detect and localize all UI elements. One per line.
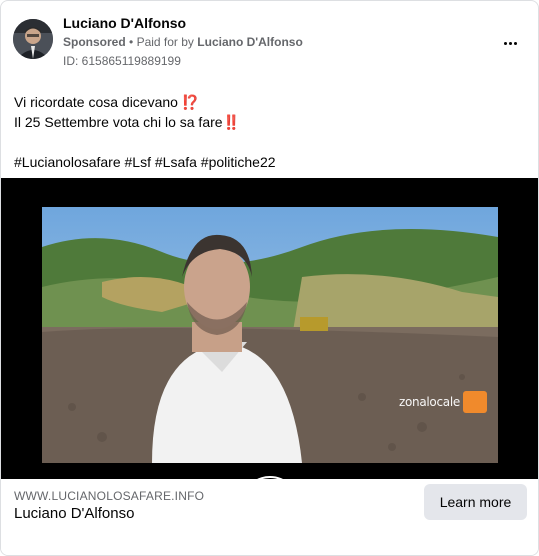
more-horizontal-icon xyxy=(503,41,507,45)
learn-more-button[interactable]: Learn more xyxy=(424,484,527,520)
author-name[interactable]: Luciano D'Alfonso xyxy=(63,13,303,33)
channel-logo-icon xyxy=(463,391,487,413)
link-url[interactable]: WWW.LUCIANOLOSAFARE.INFO xyxy=(14,489,204,503)
sponsored-line: Sponsored • Paid for by Luciano D'Alfons… xyxy=(63,33,303,51)
post-header: Luciano D'Alfonso Sponsored • Paid for b… xyxy=(13,13,526,73)
paid-for-name: Luciano D'Alfonso xyxy=(197,35,303,49)
video-thumbnail xyxy=(42,207,498,463)
post-text-line: Il 25 Settembre vota chi lo sa fare‼️ xyxy=(14,114,240,130)
post-text-line: Vi ricordate cosa dicevano ⁉️ xyxy=(14,94,200,110)
post-text: Vi ricordate cosa dicevano ⁉️ Il 25 Sett… xyxy=(14,92,525,172)
paid-for-prefix: Paid for by xyxy=(136,35,194,49)
avatar[interactable] xyxy=(13,19,53,59)
separator: • xyxy=(129,35,134,49)
ad-id: ID: 615865119889199 xyxy=(63,54,181,68)
more-options-button[interactable] xyxy=(498,33,522,53)
video-player[interactable]: zonalocale xyxy=(1,178,538,534)
channel-logo-text: zonalocale xyxy=(399,395,460,409)
link-footer[interactable]: WWW.LUCIANOLOSAFARE.INFO Luciano D'Alfon… xyxy=(1,479,538,555)
ad-card: Luciano D'Alfonso Sponsored • Paid for b… xyxy=(0,0,539,556)
post-meta: Luciano D'Alfonso Sponsored • Paid for b… xyxy=(63,13,303,70)
sponsored-label: Sponsored xyxy=(63,35,126,49)
post-hashtags[interactable]: #Lucianolosafare #Lsf #Lsafa #politiche2… xyxy=(14,152,525,172)
link-title[interactable]: Luciano D'Alfonso xyxy=(14,505,134,522)
